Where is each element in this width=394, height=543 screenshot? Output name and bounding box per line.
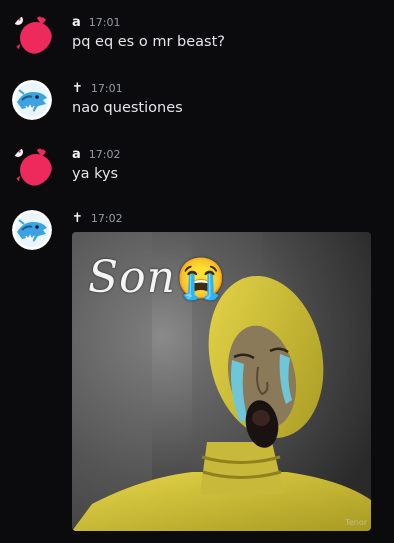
message-header: ✝ 17:01	[72, 80, 123, 96]
message-header: ✝ 17:02	[72, 210, 123, 226]
message-text: ya kys	[72, 166, 119, 182]
author-name[interactable]: a	[72, 147, 81, 162]
author-name[interactable]: ✝	[72, 211, 83, 226]
message-text: pq eq es o mr beast?	[72, 34, 225, 50]
avatar[interactable]	[12, 80, 52, 120]
message-header: a 17:01	[72, 14, 120, 30]
avatar[interactable]	[12, 14, 52, 54]
mrbeast-panther-avatar-icon	[12, 80, 52, 120]
pink-skull-avatar-icon	[12, 14, 52, 54]
message-group: a 17:02 ya kys	[0, 144, 394, 188]
mrbeast-panther-avatar-icon	[12, 210, 52, 250]
timestamp: 17:01	[90, 81, 123, 95]
message-header: a 17:02	[72, 146, 120, 162]
timestamp: 17:02	[88, 147, 121, 161]
avatar[interactable]	[12, 146, 52, 186]
timestamp: 17:01	[88, 15, 121, 29]
avatar[interactable]	[12, 210, 52, 250]
message-group: ✝ 17:01 nao questiones	[0, 78, 394, 122]
message-text: nao questiones	[72, 100, 183, 116]
caption-text: Son😭	[88, 252, 227, 303]
message-group: a 17:01 pq eq es o mr beast?	[0, 12, 394, 56]
pink-skull-avatar-icon	[12, 146, 52, 186]
author-name[interactable]: a	[72, 15, 81, 30]
caption-word: Son	[88, 252, 176, 303]
timestamp: 17:02	[90, 211, 123, 225]
loudly-crying-emoji-icon: 😭	[175, 256, 227, 302]
tenor-watermark: Tenor	[345, 518, 367, 527]
author-name[interactable]: ✝	[72, 81, 83, 96]
image-attachment[interactable]: Son😭 Tenor	[72, 232, 371, 531]
